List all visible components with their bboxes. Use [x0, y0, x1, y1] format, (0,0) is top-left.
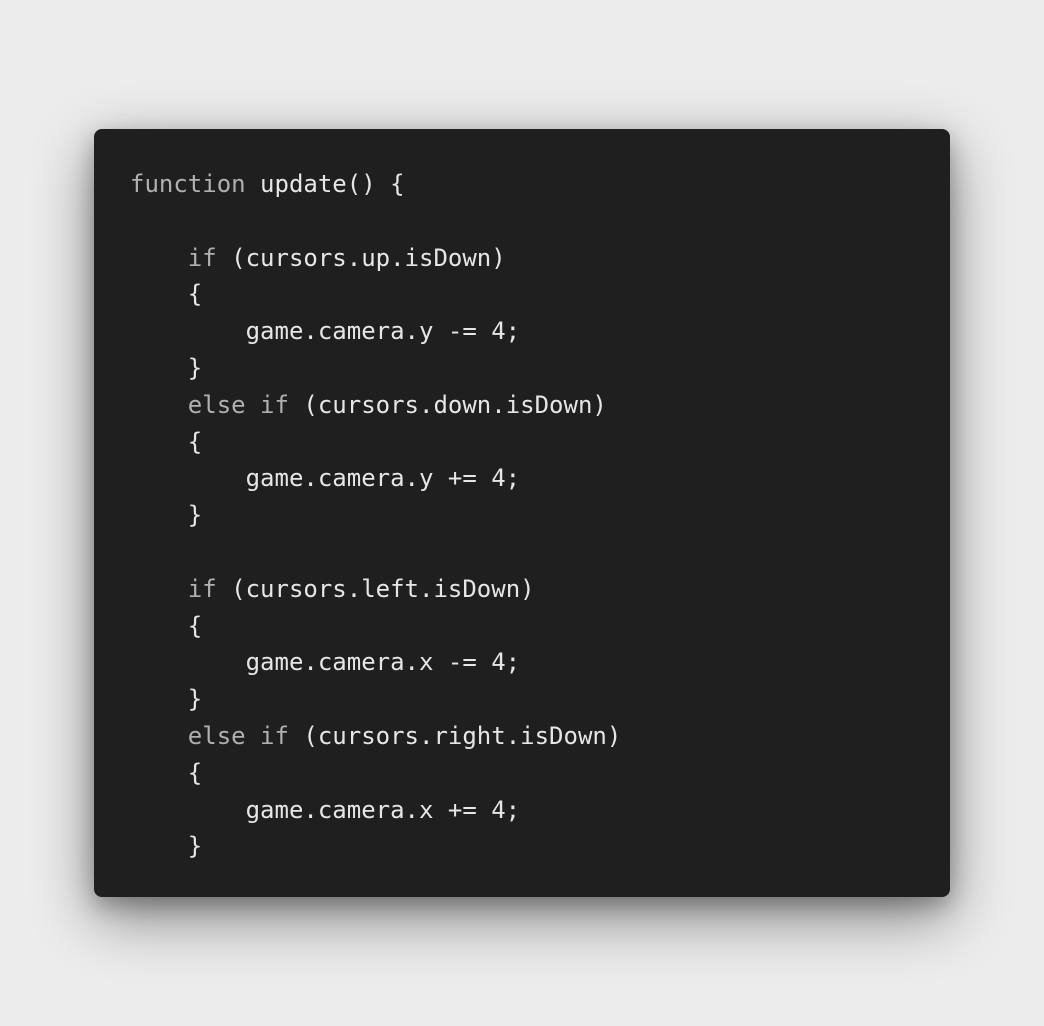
code-text: game.camera.x -= 4;: [245, 648, 521, 677]
code-text: }: [187, 685, 203, 714]
code-line: {: [130, 276, 621, 313]
code-keyword: function: [130, 170, 246, 198]
code-text: game.camera.x += 4;: [245, 795, 521, 824]
code-text: (cursors.left.isDown): [216, 574, 535, 603]
code-keyword: else if: [187, 390, 289, 419]
code-line: {: [130, 755, 621, 792]
code-line: else if (cursors.down.isDown): [130, 387, 621, 424]
code-keyword: else if: [187, 721, 289, 750]
code-block: function update() { if (cursors.up.isDow…: [130, 166, 621, 865]
code-keyword: if: [187, 574, 217, 603]
code-line: function update() {: [130, 166, 621, 203]
code-keyword: if: [187, 243, 217, 272]
code-line: {: [130, 608, 621, 645]
code-line: }: [130, 828, 621, 865]
code-text: update() {: [245, 170, 405, 198]
code-line: game.camera.x -= 4;: [130, 644, 621, 681]
code-text: {: [187, 280, 203, 309]
code-line: if (cursors.up.isDown): [130, 240, 621, 277]
code-line: else if (cursors.right.isDown): [130, 718, 622, 755]
code-text: }: [187, 832, 203, 861]
code-text: }: [187, 501, 203, 530]
code-text: (cursors.up.isDown): [216, 243, 506, 272]
code-line: }: [130, 681, 621, 718]
code-line: }: [130, 497, 621, 534]
code-line: if (cursors.left.isDown): [130, 571, 621, 608]
code-text: {: [187, 427, 203, 456]
code-line: game.camera.x += 4;: [130, 792, 621, 829]
code-text: (cursors.right.isDown): [288, 721, 622, 750]
code-text: {: [187, 758, 203, 787]
code-line: game.camera.y -= 4;: [130, 313, 621, 350]
code-text: game.camera.y -= 4;: [245, 317, 521, 346]
code-line: game.camera.y += 4;: [130, 460, 621, 497]
code-text: {: [187, 611, 203, 640]
code-line: }: [130, 350, 621, 387]
code-text: game.camera.y += 4;: [245, 464, 521, 493]
code-text: (cursors.down.isDown): [288, 390, 607, 419]
code-line: {: [130, 424, 621, 461]
code-text: }: [187, 353, 203, 382]
